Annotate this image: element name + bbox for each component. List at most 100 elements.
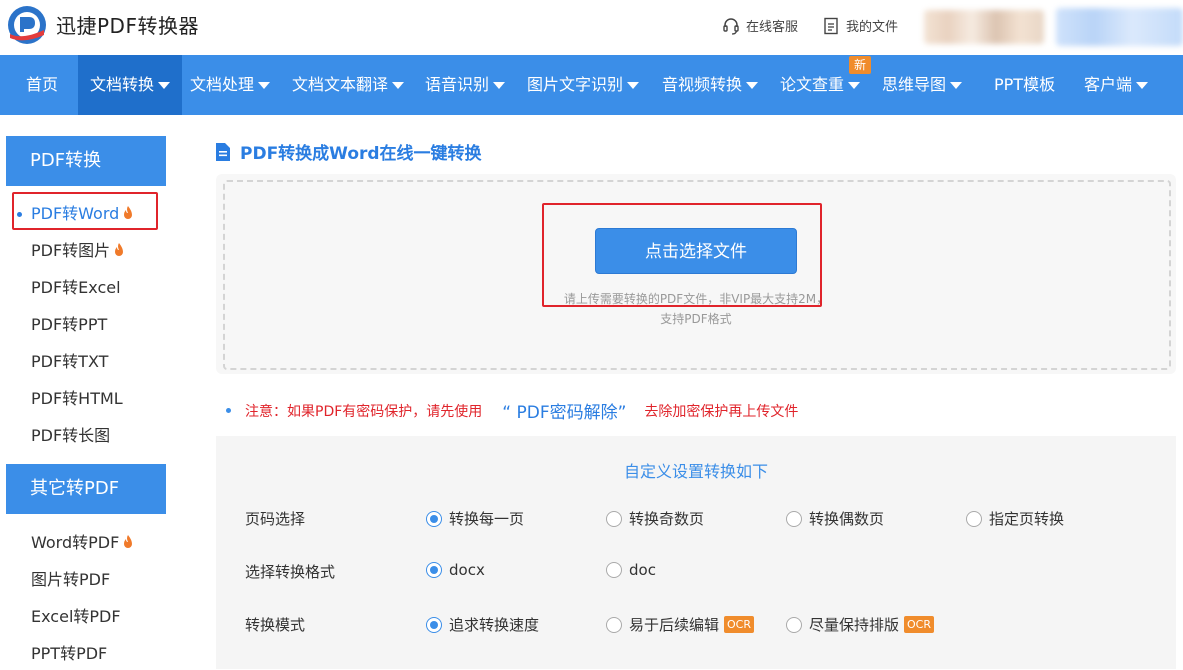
mode-select-label: 转换模式 [245,616,306,634]
option-label: 易于后续编辑 [629,616,720,634]
nav-label: 文档转换 [89,75,154,94]
radio-checked[interactable] [426,510,442,527]
sidebar-item-label: PDF转Excel [31,278,121,297]
my-files-label: 我的文件 [846,20,899,35]
option-even-pages[interactable]: 转换偶数页 [786,508,884,529]
nav-item-translate[interactable]: 文档文本翻译 [292,55,405,115]
nav-label: 论文查重 [780,75,845,94]
caret-down-icon [627,81,640,89]
nav-item-ocr[interactable]: 图片文字识别 [527,55,640,115]
sidebar-item-word-to-pdf[interactable]: Word转PDF [6,527,166,559]
radio-unchecked[interactable] [786,510,802,527]
document-icon [824,17,838,34]
option-specified-pages[interactable]: 指定页转换 [966,508,1064,529]
sidebar-item-pdf-to-long-image[interactable]: PDF转长图 [6,420,166,452]
brand-title[interactable]: 迅捷PDF转换器 [56,10,199,39]
headset-icon [723,17,739,35]
sidebar-item-pdf-to-image[interactable]: PDF转图片 [6,235,166,267]
sidebar-item-excel-to-pdf[interactable]: Excel转PDF [6,601,166,633]
option-every-page[interactable]: 转换每一页 [426,508,524,529]
nav-item-ppt-template[interactable]: PPT模板 [994,55,1055,115]
radio-unchecked[interactable] [966,510,982,527]
radio-unchecked[interactable] [606,510,622,527]
nav-label: 音视频转换 [662,75,743,94]
radio-unchecked[interactable] [786,616,802,633]
highlight-box-sidebar [12,192,158,230]
option-docx[interactable]: docx [426,561,485,579]
sidebar-item-label: PDF转TXT [31,352,109,371]
caret-down-icon [848,81,861,89]
my-files-link[interactable]: 我的文件 [822,16,898,35]
nav-item-client[interactable]: 客户端 [1084,55,1149,115]
nav-label: 首页 [26,75,59,94]
radio-checked[interactable] [426,562,442,578]
radio-unchecked[interactable] [606,562,622,578]
sidebar-item-label: PPT转PDF [31,644,108,663]
sidebar-item-label: PDF转长图 [31,426,111,445]
notice-bullet [226,408,231,413]
option-label: doc [629,561,656,579]
sidebar-item-ppt-to-pdf[interactable]: PPT转PDF [6,638,166,670]
online-service-link[interactable]: 在线客服 [722,16,798,35]
online-service-label: 在线客服 [746,20,799,35]
caret-down-icon [493,81,506,89]
nav-item-doc-convert[interactable]: 文档转换 [78,55,182,115]
sidebar-item-pdf-to-excel[interactable]: PDF转Excel [6,272,166,304]
option-easy-edit[interactable]: 易于后续编辑 OCR [606,614,754,635]
nav-item-doc-process[interactable]: 文档处理 [190,55,271,115]
nav-item-speech[interactable]: 语音识别 [425,55,506,115]
sidebar-item-label: PDF转图片 [31,241,111,260]
nav-label: 文档处理 [190,75,255,94]
option-doc[interactable]: doc [606,561,656,579]
sidebar-item-pdf-to-html[interactable]: PDF转HTML [6,383,166,415]
nav-label: 客户端 [1084,75,1133,94]
new-badge: 新 [849,56,871,74]
caret-down-icon [258,81,271,89]
sidebar-item-label: PDF转PPT [31,315,108,334]
nav-item-media[interactable]: 音视频转换 [662,55,759,115]
sidebar-item-pdf-to-ppt[interactable]: PDF转PPT [6,309,166,341]
blurred-account-button[interactable] [1056,8,1183,46]
caret-down-icon [1136,81,1149,89]
option-keep-layout[interactable]: 尽量保持排版 OCR [786,614,934,635]
highlight-box-upload [542,203,822,307]
option-label: 转换偶数页 [809,510,885,528]
main-nav: 首页 文档转换 文档处理 文档文本翻译 语音识别 图片文字识别 音视频转换 论文… [0,55,1183,115]
option-label: docx [449,561,485,579]
caret-down-icon [746,81,759,89]
nav-label: 图片文字识别 [527,75,624,94]
option-label: 转换奇数页 [629,510,705,528]
nav-label: PPT模板 [994,75,1056,94]
nav-item-plagiarism[interactable]: 论文查重 [780,55,861,115]
radio-unchecked[interactable] [606,616,622,633]
sidebar-item-image-to-pdf[interactable]: 图片转PDF [6,564,166,596]
caret-down-icon [158,81,170,89]
fire-icon [124,535,133,548]
settings-title: 自定义设置转换如下 [623,462,768,481]
page-select-label: 页码选择 [245,510,306,528]
app-logo-icon[interactable] [6,4,48,46]
option-odd-pages[interactable]: 转换奇数页 [606,508,704,529]
ocr-badge: OCR [724,616,754,633]
option-label: 追求转换速度 [449,616,540,634]
caret-down-icon [950,81,963,89]
nav-item-home[interactable]: 首页 [26,55,58,115]
nav-label: 文档文本翻译 [292,75,389,94]
option-label: 转换每一页 [449,510,525,528]
option-speed[interactable]: 追求转换速度 [426,614,539,635]
notice-suffix: 去除加密保护再上传文件 [644,403,799,420]
sidebar-item-label: Excel转PDF [31,607,121,626]
nav-label: 思维导图 [882,75,947,94]
option-label: 指定页转换 [989,510,1065,528]
page-title-row: PDF转换成Word在线一键转换 [216,139,482,164]
sidebar-item-pdf-to-txt[interactable]: PDF转TXT [6,346,166,378]
radio-checked[interactable] [426,616,442,633]
nav-item-mindmap[interactable]: 思维导图 [882,55,963,115]
page-title: PDF转换成Word在线一键转换 [240,144,482,164]
pdf-unlock-link[interactable]: “ PDF密码解除” [502,398,626,423]
sidebar-item-label: Word转PDF [31,533,120,552]
sidebar-group-to-pdf: 其它转PDF [6,464,166,514]
blurred-user-info[interactable] [924,10,1044,44]
caret-down-icon [392,81,405,89]
top-header: 迅捷PDF转换器 在线客服 我的文件 [0,0,1183,55]
